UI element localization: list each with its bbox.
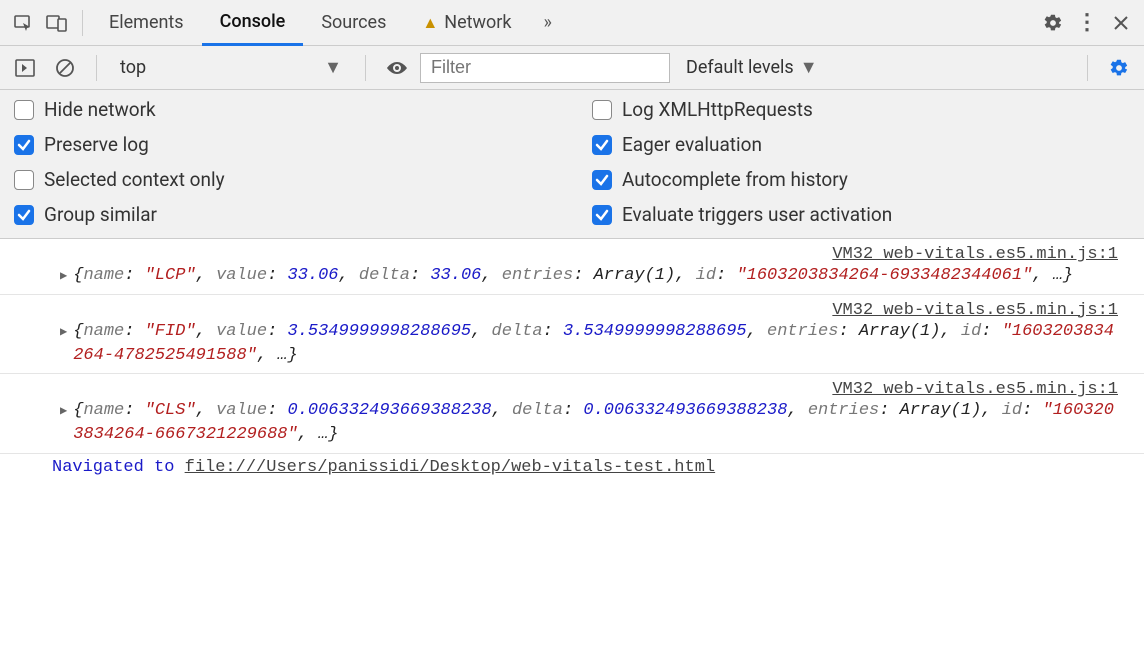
source-link[interactable]: VM32 web-vitals.es5.min.js:1 — [18, 299, 1136, 320]
log-levels-selector[interactable]: Default levels ▼ — [676, 57, 828, 78]
expand-triangle-icon[interactable]: ▶ — [60, 324, 67, 339]
main-toolbar: Elements Console Sources ▲ Network » ⋮ — [0, 0, 1144, 46]
console-toolbar: top ▼ Default levels ▼ — [0, 46, 1144, 90]
setting-label: Group similar — [44, 203, 157, 226]
setting-label: Autocomplete from history — [622, 168, 848, 191]
setting-hide-network[interactable]: Hide network — [14, 98, 552, 121]
tab-elements[interactable]: Elements — [91, 0, 202, 45]
tab-network[interactable]: ▲ Network — [404, 0, 529, 45]
tab-network-label: Network — [444, 12, 511, 33]
inspect-icon[interactable] — [6, 6, 40, 40]
setting-preserve-log[interactable]: Preserve log — [14, 133, 552, 156]
setting-group-similar[interactable]: Group similar — [14, 203, 552, 226]
log-row: VM32 web-vitals.es5.min.js:1 ▶ {name: "CLS… — [0, 374, 1144, 454]
tab-sources[interactable]: Sources — [303, 0, 404, 45]
caret-down-icon: ▼ — [324, 57, 342, 78]
nav-prefix: Navigated to — [52, 458, 185, 477]
log-object[interactable]: {name: "FID", value: 3.5349999998288695,… — [73, 320, 1118, 368]
nav-url[interactable]: file:///Users/panissidi/Desktop/web-vita… — [185, 458, 716, 477]
expand-triangle-icon[interactable]: ▶ — [60, 403, 67, 418]
source-link[interactable]: VM32 web-vitals.es5.min.js:1 — [18, 378, 1136, 399]
setting-log-xhr[interactable]: Log XMLHttpRequests — [592, 98, 1130, 121]
context-selector[interactable]: top ▼ — [111, 54, 351, 81]
navigation-log: Navigated to file:///Users/panissidi/Des… — [0, 454, 1144, 483]
log-row: VM32 web-vitals.es5.min.js:1 ▶ {name: "LCP… — [0, 239, 1144, 295]
log-object[interactable]: {name: "LCP", value: 33.06, delta: 33.06… — [73, 264, 1073, 288]
sidebar-toggle-icon[interactable] — [8, 51, 42, 85]
panel-tabs: Elements Console Sources ▲ Network » — [91, 0, 566, 45]
checkbox[interactable] — [592, 205, 612, 225]
setting-label: Preserve log — [44, 133, 149, 156]
setting-label: Hide network — [44, 98, 156, 121]
levels-label: Default levels — [686, 57, 794, 78]
context-label: top — [120, 57, 146, 78]
expand-triangle-icon[interactable]: ▶ — [60, 268, 67, 283]
setting-label: Evaluate triggers user activation — [622, 203, 892, 226]
checkbox[interactable] — [14, 205, 34, 225]
source-link[interactable]: VM32 web-vitals.es5.min.js:1 — [18, 243, 1136, 264]
console-settings-panel: Hide network Log XMLHttpRequests Preserv… — [0, 90, 1144, 239]
more-tabs-button[interactable]: » — [530, 0, 566, 45]
checkbox[interactable] — [14, 135, 34, 155]
close-icon[interactable] — [1104, 6, 1138, 40]
separator — [365, 55, 366, 81]
settings-gear-icon[interactable] — [1036, 6, 1070, 40]
separator — [1087, 55, 1088, 81]
console-settings-icon[interactable] — [1102, 51, 1136, 85]
caret-down-icon: ▼ — [800, 57, 818, 78]
checkbox[interactable] — [592, 170, 612, 190]
device-toggle-icon[interactable] — [40, 6, 74, 40]
log-row: VM32 web-vitals.es5.min.js:1 ▶ {name: "FID… — [0, 295, 1144, 375]
kebab-menu-icon[interactable]: ⋮ — [1070, 6, 1104, 40]
setting-label: Log XMLHttpRequests — [622, 98, 813, 121]
live-expression-icon[interactable] — [380, 51, 414, 85]
checkbox[interactable] — [14, 100, 34, 120]
tab-console[interactable]: Console — [202, 0, 304, 46]
checkbox[interactable] — [14, 170, 34, 190]
filter-input[interactable] — [420, 53, 670, 83]
clear-console-icon[interactable] — [48, 51, 82, 85]
log-object[interactable]: {name: "CLS", value: 0.00633249366938823… — [73, 399, 1118, 447]
separator — [82, 10, 83, 36]
setting-eager-eval[interactable]: Eager evaluation — [592, 133, 1130, 156]
console-output: VM32 web-vitals.es5.min.js:1 ▶ {name: "LCP… — [0, 239, 1144, 483]
setting-label: Selected context only — [44, 168, 225, 191]
setting-label: Eager evaluation — [622, 133, 762, 156]
setting-selected-context[interactable]: Selected context only — [14, 168, 552, 191]
checkbox[interactable] — [592, 135, 612, 155]
setting-eval-triggers[interactable]: Evaluate triggers user activation — [592, 203, 1130, 226]
separator — [96, 55, 97, 81]
warning-icon: ▲ — [422, 13, 438, 33]
checkbox[interactable] — [592, 100, 612, 120]
setting-autocomplete[interactable]: Autocomplete from history — [592, 168, 1130, 191]
